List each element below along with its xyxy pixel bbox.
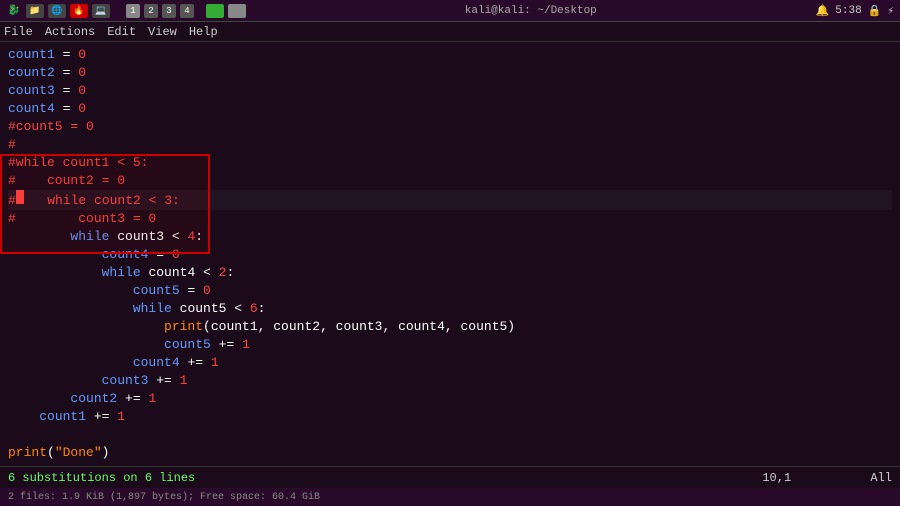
code-line-7: #while count1 < 5:: [8, 154, 892, 172]
code-line-14: count5 = 0: [8, 282, 892, 300]
dragon-icon: 🐉: [6, 3, 22, 19]
code-line-6: #: [8, 136, 892, 154]
workspace-1[interactable]: 1: [126, 4, 140, 18]
file-info: 2 files: 1.9 KiB (1,897 bytes); Free spa…: [8, 492, 320, 503]
scroll-position: All: [870, 471, 892, 485]
code-line-19: count3 += 1: [8, 372, 892, 390]
network-icon: 🔔: [816, 4, 830, 18]
tb-btn-2[interactable]: 🌐: [48, 4, 66, 18]
code-line-11: while count3 < 4:: [8, 228, 892, 246]
window-indicator-2: [228, 4, 246, 18]
workspace-3[interactable]: 3: [162, 4, 176, 18]
code-line-20: count2 += 1: [8, 390, 892, 408]
taskbar-left: 🐉 📁 🌐 🔥 💻 1 2 3 4: [6, 3, 246, 19]
code-line-1: count1 = 0: [8, 46, 892, 64]
menu-edit[interactable]: Edit: [107, 25, 136, 39]
code-line-9: # while count2 < 3:: [8, 190, 892, 210]
taskbar-right: 🔔 5:38 🔒 ⚡: [816, 4, 894, 18]
tb-btn-1[interactable]: 📁: [26, 4, 44, 18]
menu-view[interactable]: View: [148, 25, 177, 39]
power-icon: ⚡: [887, 4, 894, 18]
code-line-17: count5 += 1: [8, 336, 892, 354]
code-line-23: print("Done"): [8, 444, 892, 462]
workspace-2[interactable]: 2: [144, 4, 158, 18]
menu-file[interactable]: File: [4, 25, 33, 39]
code-line-12: count4 = 0: [8, 246, 892, 264]
code-line-4: count4 = 0: [8, 100, 892, 118]
code-line-10: # count3 = 0: [8, 210, 892, 228]
code-line-18: count4 += 1: [8, 354, 892, 372]
status-message: 6 substitutions on 6 lines: [8, 471, 195, 485]
code-area[interactable]: count1 = 0 count2 = 0 count3 = 0 count4 …: [0, 42, 900, 466]
code-line-8: # count2 = 0: [8, 172, 892, 190]
cursor-position: 10,1: [762, 471, 791, 485]
lock-icon: 🔒: [868, 4, 882, 18]
taskbar: 🐉 📁 🌐 🔥 💻 1 2 3 4 kali@kali: ~/Desktop 🔔…: [0, 0, 900, 22]
code-line-22: [8, 426, 892, 444]
code-line-21: count1 += 1: [8, 408, 892, 426]
code-line-13: while count4 < 2:: [8, 264, 892, 282]
vim-status-right: 10,1 All: [762, 471, 892, 485]
statusbar: 6 substitutions on 6 lines 10,1 All: [0, 466, 900, 488]
code-line-16: print(count1, count2, count3, count4, co…: [8, 318, 892, 336]
tb-btn-3[interactable]: 🔥: [70, 4, 88, 18]
bottombar: 2 files: 1.9 KiB (1,897 bytes); Free spa…: [0, 488, 900, 506]
code-line-24: ~: [8, 462, 892, 466]
editor[interactable]: count1 = 0 count2 = 0 count3 = 0 count4 …: [0, 42, 900, 466]
code-line-2: count2 = 0: [8, 64, 892, 82]
code-line-3: count3 = 0: [8, 82, 892, 100]
menu-actions[interactable]: Actions: [45, 25, 95, 39]
code-line-15: while count5 < 6:: [8, 300, 892, 318]
time-display: 5:38: [835, 5, 861, 17]
window-title: kali@kali: ~/Desktop: [465, 5, 597, 17]
workspace-4[interactable]: 4: [180, 4, 194, 18]
tb-btn-4[interactable]: 💻: [92, 4, 110, 18]
window-indicator-1: [206, 4, 224, 18]
code-line-5: #count5 = 0: [8, 118, 892, 136]
menubar: File Actions Edit View Help: [0, 22, 900, 42]
menu-help[interactable]: Help: [189, 25, 218, 39]
